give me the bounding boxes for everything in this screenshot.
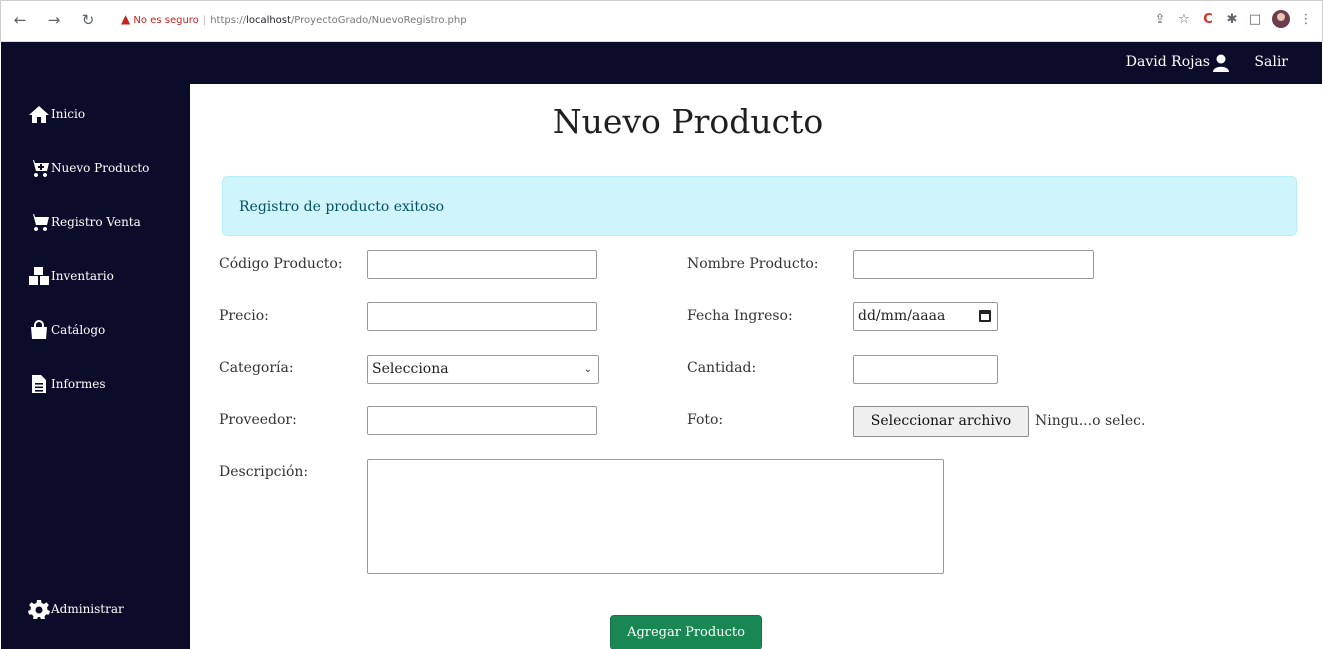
extensions-puzzle-icon[interactable]: ✱ — [1223, 11, 1241, 29]
address-bar[interactable]: ▲ No es seguro | https://localhost/Proyect… — [121, 11, 467, 29]
sidebar-item-label: Nuevo Producto — [51, 161, 150, 175]
nombre-input[interactable] — [853, 250, 1094, 279]
shopping-bag-icon — [31, 320, 47, 339]
url-path: /ProyectoGrado/NuevoRegistro.php — [290, 15, 467, 26]
nombre-label: Nombre Producto: — [687, 256, 819, 272]
security-label: No es seguro — [133, 15, 199, 26]
cantidad-label: Cantidad: — [687, 360, 757, 376]
sidebar-item-administrar[interactable]: Administrar — [28, 597, 124, 621]
user-name: David Rojas — [1125, 54, 1210, 70]
forward-icon[interactable]: → — [45, 11, 63, 29]
sidebar-item-label: Catálogo — [51, 323, 106, 337]
chevron-down-icon: ⌄ — [583, 364, 592, 375]
browser-menu-icon[interactable]: ⋮ — [1297, 11, 1315, 29]
boxes-icon — [29, 267, 49, 285]
sidebar-item-inventario[interactable]: Inventario — [28, 264, 114, 288]
proveedor-label: Proveedor: — [219, 412, 297, 428]
precio-label: Precio: — [219, 308, 269, 324]
url-prefix: https:// — [210, 15, 247, 26]
main-content: Nuevo Producto Registro de producto exit… — [190, 84, 1323, 649]
codigo-input[interactable] — [367, 250, 597, 279]
sidebar-item-label: Registro Venta — [51, 215, 141, 229]
url-text: https://localhost/ProyectoGrado/NuevoReg… — [210, 15, 466, 26]
side-panel-icon[interactable]: □ — [1246, 11, 1264, 29]
sidebar-item-catalogo[interactable]: Catálogo — [28, 318, 105, 342]
cantidad-input[interactable] — [853, 355, 998, 384]
fecha-input[interactable]: dd/mm/aaaa — [853, 302, 998, 331]
sidebar-item-informes[interactable]: Informes — [28, 372, 106, 396]
codigo-label: Código Producto: — [219, 256, 343, 272]
user-icon — [1213, 54, 1229, 72]
descripcion-textarea[interactable] — [367, 459, 944, 574]
proveedor-input[interactable] — [367, 406, 597, 435]
sidebar-item-label: Inventario — [51, 269, 114, 283]
categoria-label: Categoría: — [219, 360, 294, 376]
sidebar-item-label: Inicio — [51, 107, 86, 121]
bookmark-star-icon[interactable]: ☆ — [1175, 11, 1193, 29]
sidebar: Inicio Nuevo Producto Registro Venta Inv… — [1, 84, 190, 649]
home-icon — [29, 106, 49, 123]
sidebar-item-registro-venta[interactable]: Registro Venta — [28, 210, 141, 234]
reload-icon[interactable]: ↻ — [79, 11, 97, 29]
warning-icon: ▲ — [121, 12, 131, 26]
agregar-producto-button[interactable]: Agregar Producto — [610, 615, 762, 649]
categoria-select[interactable]: Selecciona ⌄ — [367, 355, 599, 384]
sidebar-item-label: Informes — [51, 377, 106, 391]
browser-toolbar: ← → ↻ ▲ No es seguro | https://localhost/P… — [0, 0, 1323, 42]
page-title: Nuevo Producto — [552, 102, 824, 141]
back-icon[interactable]: ← — [11, 11, 29, 29]
fecha-label: Fecha Ingreso: — [687, 308, 793, 324]
sidebar-item-nuevo-producto[interactable]: Nuevo Producto — [28, 156, 149, 180]
calendar-icon[interactable] — [979, 310, 991, 322]
share-icon[interactable]: ⇪ — [1151, 11, 1169, 29]
precio-input[interactable] — [367, 302, 597, 331]
file-icon — [32, 375, 46, 393]
logout-link[interactable]: Salir — [1254, 54, 1288, 70]
sidebar-item-label: Administrar — [51, 602, 124, 616]
file-name-text: Ningu...o selec. — [1035, 413, 1146, 429]
gear-icon — [28, 600, 50, 619]
success-alert: Registro de producto exitoso — [222, 176, 1297, 236]
descripcion-label: Descripción: — [219, 464, 309, 480]
app-topbar: David Rojas Salir — [1, 42, 1322, 84]
profile-avatar[interactable] — [1272, 10, 1290, 28]
cart-icon — [29, 214, 49, 231]
fecha-placeholder: dd/mm/aaaa — [858, 308, 946, 324]
address-separator: | — [202, 15, 207, 26]
url-host: localhost — [246, 15, 291, 26]
file-select-button[interactable]: Seleccionar archivo — [853, 406, 1029, 437]
categoria-selected-value: Selecciona — [372, 361, 449, 377]
cart-plus-icon — [29, 160, 49, 177]
foto-label: Foto: — [687, 412, 724, 428]
sidebar-item-inicio[interactable]: Inicio — [28, 102, 85, 126]
extension-red-icon[interactable]: C — [1199, 11, 1217, 29]
